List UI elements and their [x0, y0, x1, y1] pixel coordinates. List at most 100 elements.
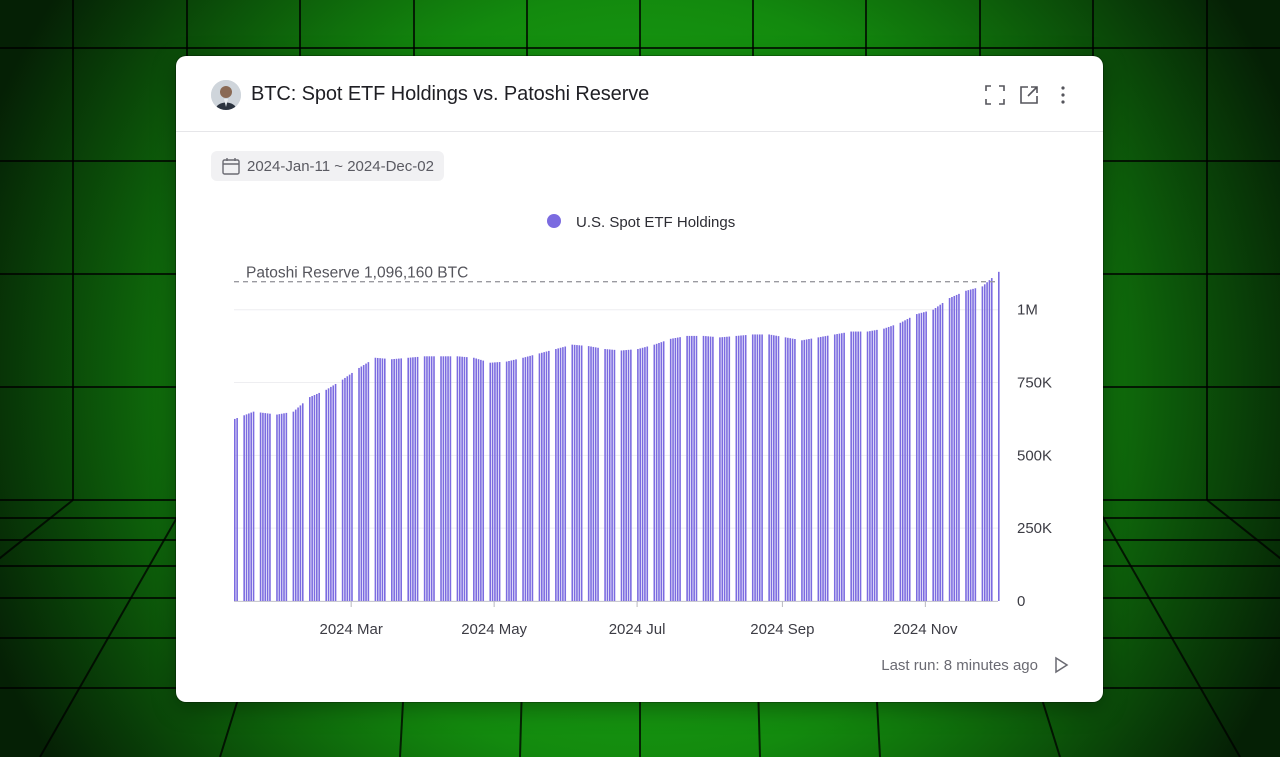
bar: [498, 362, 501, 601]
bar: [951, 297, 953, 601]
bar: [723, 336, 726, 601]
bar: [573, 344, 576, 601]
bar: [876, 329, 878, 601]
bar: [625, 350, 627, 601]
bar: [883, 328, 885, 601]
bar: [557, 348, 560, 601]
bar: [695, 335, 698, 601]
chart-card: BTC: Spot ETF Holdings vs. Patoshi Reser…: [176, 56, 1103, 702]
y-tick-label: 500K: [1017, 447, 1052, 464]
bar: [859, 331, 862, 601]
bar: [442, 356, 445, 601]
bar: [669, 338, 672, 601]
bar: [709, 336, 712, 601]
bar: [280, 413, 283, 601]
open-external-icon[interactable]: [1018, 84, 1040, 106]
card-footer: Last run: 8 minutes ago: [881, 656, 1070, 674]
bar: [548, 350, 550, 601]
bar: [344, 377, 346, 601]
bar: [362, 365, 365, 601]
bar: [592, 346, 595, 601]
legend-label: U.S. Spot ETF Holdings: [576, 214, 735, 231]
bar: [365, 363, 367, 601]
bar: [311, 396, 313, 601]
date-range-filter[interactable]: 2024-Jan-11 ~ 2024-Dec-02: [211, 151, 444, 181]
bar: [383, 358, 386, 601]
bar: [965, 290, 967, 601]
bar: [276, 414, 278, 601]
bar: [810, 338, 813, 601]
bar: [376, 357, 379, 601]
bar: [334, 383, 337, 601]
bar: [822, 336, 824, 601]
bar: [787, 337, 789, 601]
bar: [852, 331, 855, 601]
bar: [299, 405, 302, 601]
bar: [489, 362, 492, 601]
x-tick-label: 2024 Sep: [750, 621, 814, 638]
bar: [838, 333, 841, 601]
bar: [688, 335, 691, 601]
bar: [866, 331, 869, 601]
more-vertical-icon[interactable]: [1052, 84, 1074, 106]
bar: [925, 311, 927, 601]
bar: [937, 306, 939, 601]
bar: [627, 349, 630, 601]
bar: [773, 335, 775, 601]
bar: [367, 362, 370, 601]
bar: [719, 337, 721, 601]
bar: [958, 293, 960, 601]
bar: [789, 338, 792, 601]
bar: [245, 414, 248, 601]
bar: [901, 321, 904, 601]
bar: [522, 357, 524, 601]
bar: [391, 359, 393, 601]
bar: [266, 413, 269, 601]
bar: [791, 338, 794, 601]
bar: [580, 345, 583, 601]
bar: [707, 336, 709, 601]
bar: [473, 357, 475, 601]
bar: [578, 345, 581, 601]
bar: [653, 344, 656, 601]
x-tick-label: 2024 May: [461, 621, 527, 638]
bar: [972, 288, 974, 601]
bar: [826, 335, 829, 601]
bar: [639, 348, 642, 601]
bar: [381, 358, 384, 601]
bar: [955, 294, 958, 601]
bar: [285, 412, 288, 601]
bar: [611, 349, 613, 601]
y-tick-label: 0: [1017, 593, 1025, 610]
fullscreen-icon[interactable]: [984, 84, 1006, 106]
bar: [808, 339, 810, 601]
bar: [833, 334, 836, 601]
last-run-label: Last run: 8 minutes ago: [881, 656, 1038, 674]
play-icon[interactable]: [1052, 656, 1070, 674]
bar: [641, 347, 644, 601]
bar: [449, 356, 452, 601]
bar: [840, 333, 843, 601]
bar: [608, 349, 611, 601]
bar: [428, 356, 431, 601]
bar: [531, 355, 534, 601]
bar: [541, 352, 543, 601]
bar: [590, 346, 592, 601]
bar: [761, 334, 763, 601]
bar: [587, 346, 590, 601]
bar: [360, 366, 363, 601]
bar: [969, 289, 972, 601]
date-range-label: 2024-Jan-11 ~ 2024-Dec-02: [247, 157, 434, 175]
bar: [545, 351, 548, 601]
bar: [644, 347, 646, 601]
bar: [662, 341, 665, 601]
bar: [737, 335, 740, 601]
bar: [461, 356, 463, 601]
bar: [374, 357, 377, 601]
bar: [316, 393, 318, 601]
bar: [754, 334, 756, 601]
bar: [426, 356, 428, 601]
user-avatar-icon[interactable]: [211, 80, 241, 110]
bar: [243, 415, 245, 601]
bar: [330, 386, 332, 601]
